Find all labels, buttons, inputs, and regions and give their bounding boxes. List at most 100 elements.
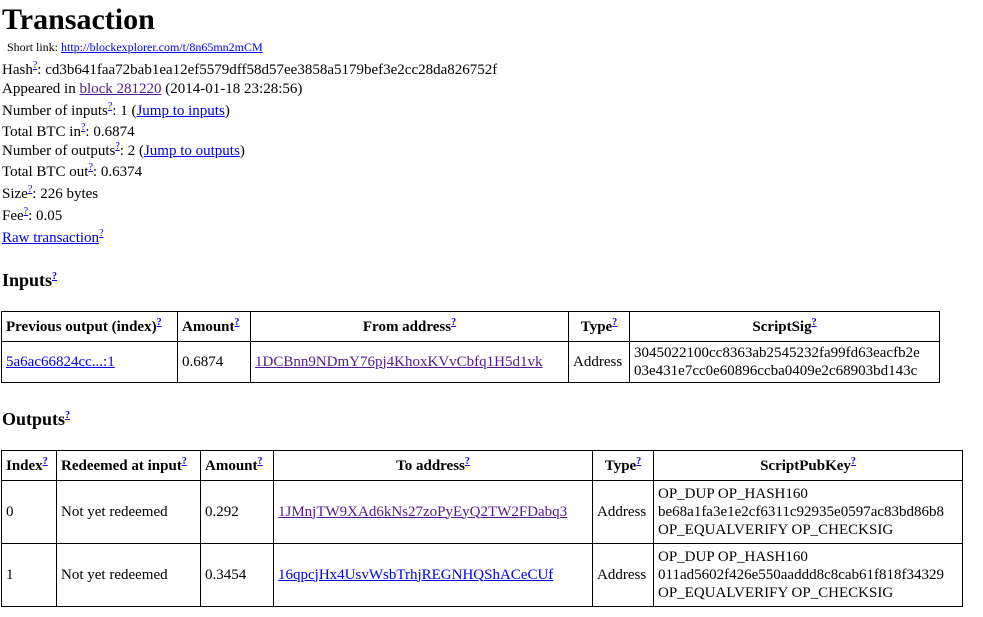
col-scriptsig-label: ScriptSig [752,318,812,335]
output-index: 1 [1,543,57,607]
help-link-index[interactable]: ? [43,456,48,467]
input-type: Address [568,341,630,383]
num-outputs-label: Number of outputs [2,143,116,159]
col-to-address: To address? [273,450,593,481]
output-to-address-link[interactable]: 16qpcjHx4UsvWsbTrhjREGNHQShACeCUf [278,567,553,583]
col-amount-label: Amount [205,457,258,474]
appeared-prefix: Appeared in [2,81,80,97]
raw-transaction-link[interactable]: Raw transaction [2,230,99,246]
input-prev-output-cell: 5a6ac66824cc...:1 [1,341,178,383]
input-scriptsig: 3045022100cc8363ab2545232fa99fd63eacfb2e… [629,341,940,383]
col-type: Type? [592,450,654,481]
size-row: Size?: 226 bytes [2,184,98,204]
col-from-address: From address? [250,311,569,342]
jump-to-outputs-link[interactable]: Jump to outputs [144,143,240,159]
btc-out-row: Total BTC out?: 0.6374 [2,162,142,182]
help-link-amount[interactable]: ? [235,317,240,328]
col-type-label: Type [604,457,637,474]
inputs-heading-text: Inputs [2,270,53,290]
col-redeemed: Redeemed at input? [56,450,201,481]
fee-value: : 0.05 [28,208,63,224]
num-inputs-row: Number of inputs?: 1 (Jump to inputs) [2,101,230,121]
col-amount: Amount? [177,311,251,342]
col-scriptpubkey-label: ScriptPubKey [760,457,851,474]
col-to-address-label: To address [396,457,465,474]
table-row: 1 Not yet redeemed 0.3454 16qpcjHx4UsvWs… [1,543,963,607]
hash-value: : cd3b641faa72bab1ea12ef5579dff58d57ee38… [37,62,498,78]
col-redeemed-label: Redeemed at input [61,457,182,474]
col-index: Index? [1,450,57,481]
btc-in-row: Total BTC in?: 0.6874 [2,122,135,142]
col-amount-label: Amount [182,318,235,335]
output-index: 0 [1,480,57,544]
btc-out-label: Total BTC out [2,164,89,180]
help-link-from-address[interactable]: ? [451,317,456,328]
scriptsig-line: 03e431e7cc0e60896ccba0409e2c68903bd143c [634,363,918,379]
short-link-row: Short link: http://blockexplorer.com/t/8… [7,40,263,54]
scriptpubkey-line: OP_DUP OP_HASH160 [658,549,808,565]
scriptsig-line: 3045022100cc8363ab2545232fa99fd63eacfb2e [634,345,920,361]
fee-label: Fee [2,208,24,224]
help-link-raw-tx[interactable]: ? [99,228,103,239]
col-index-label: Index [6,457,43,474]
col-scriptpubkey: ScriptPubKey? [653,450,963,481]
output-to-address-cell: 1JMnjTW9XAd6kNs27zoPyEyQ2TW2FDabq3 [273,480,593,544]
block-link[interactable]: block 281220 [79,81,161,97]
output-redeemed: Not yet redeemed [56,543,201,607]
output-type: Address [592,543,654,607]
output-type: Address [592,480,654,544]
help-link-scriptsig[interactable]: ? [812,317,817,328]
outputs-heading-text: Outputs [2,409,66,429]
size-label: Size [2,186,28,202]
help-link-outputs[interactable]: ? [65,410,70,421]
btc-out-value: : 0.6374 [92,164,143,180]
help-link-type[interactable]: ? [636,456,641,467]
num-outputs-value: : 2 ( [119,143,144,159]
output-scriptpubkey: OP_DUP OP_HASH160 be68a1fa3e1e2cf6311c92… [653,480,963,544]
scriptpubkey-line: OP_EQUALVERIFY OP_CHECKSIG [658,585,894,601]
col-scriptsig: ScriptSig? [629,311,940,342]
jump-to-inputs-link[interactable]: Jump to inputs [136,103,224,119]
inputs-table: Previous output (index)? Amount? From ad… [1,311,940,383]
input-from-address-link[interactable]: 1DCBnn9NDmY76pj4KhoxKVvCbfq1H5d1vk [255,354,543,370]
short-link-label: Short link: [7,40,59,54]
output-redeemed: Not yet redeemed [56,480,201,544]
input-amount: 0.6874 [177,341,251,383]
hash-row: Hash?: cd3b641faa72bab1ea12ef5579dff58d5… [2,60,497,80]
scriptpubkey-line: be68a1fa3e1e2cf6311c92935e0597ac83bd86b8 [658,504,945,520]
table-row: 0 Not yet redeemed 0.292 1JMnjTW9XAd6kNs… [1,480,963,544]
raw-tx-row: Raw transaction? [2,228,104,248]
page-title: Transaction [2,3,155,36]
hash-label: Hash [2,62,33,78]
fee-row: Fee?: 0.05 [2,206,62,226]
num-outputs-row: Number of outputs?: 2 (Jump to outputs) [2,141,245,161]
inputs-header-row: Previous output (index)? Amount? From ad… [1,311,940,342]
col-previous-output: Previous output (index)? [1,311,178,342]
help-link-amount[interactable]: ? [258,456,263,467]
help-link-type[interactable]: ? [612,317,617,328]
num-inputs-label: Number of inputs [2,103,108,119]
short-link[interactable]: http://blockexplorer.com/t/8n65mn2mCM [61,40,263,54]
input-prev-output-link[interactable]: 5a6ac66824cc...:1 [6,354,115,370]
appeared-time: (2014-01-18 23:28:56) [161,81,303,97]
col-type-label: Type [580,318,613,335]
outputs-heading: Outputs? [2,408,70,430]
help-link-prev-output[interactable]: ? [157,317,162,328]
help-link-scriptpubkey[interactable]: ? [851,456,856,467]
appeared-row: Appeared in block 281220 (2014-01-18 23:… [2,79,302,99]
help-link-inputs[interactable]: ? [52,271,57,282]
outputs-header-row: Index? Redeemed at input? Amount? To add… [1,450,963,481]
scriptpubkey-line: OP_EQUALVERIFY OP_CHECKSIG [658,522,894,538]
output-to-address-link[interactable]: 1JMnjTW9XAd6kNs27zoPyEyQ2TW2FDabq3 [278,504,567,520]
col-previous-output-label: Previous output (index) [6,318,157,335]
inputs-heading: Inputs? [2,269,57,291]
outputs-table: Index? Redeemed at input? Amount? To add… [1,450,963,607]
output-scriptpubkey: OP_DUP OP_HASH160 011ad5602f426e550aaddd… [653,543,963,607]
input-from-address-cell: 1DCBnn9NDmY76pj4KhoxKVvCbfq1H5d1vk [250,341,569,383]
col-from-address-label: From address [362,318,452,335]
table-row: 5a6ac66824cc...:1 0.6874 1DCBnn9NDmY76pj… [1,341,940,383]
paren: ) [239,143,245,159]
help-link-redeemed[interactable]: ? [182,456,187,467]
help-link-to-address[interactable]: ? [465,456,470,467]
col-amount: Amount? [200,450,274,481]
